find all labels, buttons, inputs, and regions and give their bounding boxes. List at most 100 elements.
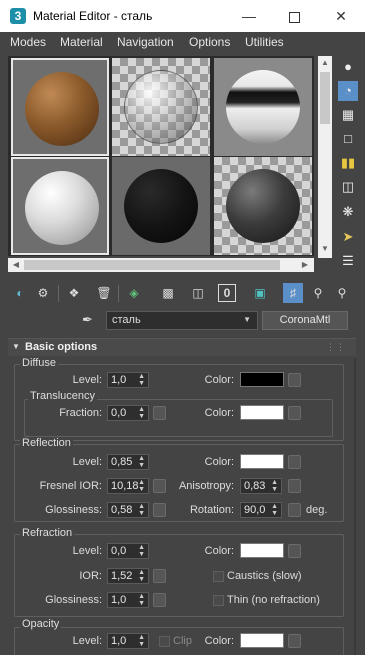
- refraction-color-swatch[interactable]: [240, 543, 284, 558]
- menu-modes[interactable]: Modes: [10, 35, 46, 49]
- spinner-arrows-icon[interactable]: ▲ ▼: [271, 503, 278, 517]
- chevron-down-icon[interactable]: ▼: [243, 315, 251, 324]
- ior-map-button[interactable]: [153, 569, 166, 583]
- refraction-color-map-button[interactable]: [288, 544, 301, 558]
- opacity-title: Opacity: [20, 618, 62, 630]
- show-map-in-viewport-icon[interactable]: ▣: [250, 283, 270, 303]
- rollout-scrollbar[interactable]: [354, 358, 356, 655]
- maximize-button[interactable]: [271, 0, 317, 32]
- spinner-arrows-icon[interactable]: ▲ ▼: [138, 503, 145, 517]
- fresnel-ior-map-button[interactable]: [153, 479, 166, 493]
- anisotropy-spinner[interactable]: 0,83 ▲ ▼: [240, 478, 282, 494]
- material-id-channel-icon[interactable]: 0: [218, 284, 236, 302]
- sample-slot-wood[interactable]: [11, 58, 109, 156]
- select-by-material-icon[interactable]: ➤: [338, 227, 358, 247]
- scroll-left-icon[interactable]: ◀: [9, 260, 23, 269]
- spinner-arrows-icon[interactable]: ▲ ▼: [138, 373, 145, 387]
- opacity-color-swatch[interactable]: [240, 633, 284, 648]
- ior-spinner[interactable]: 1,52 ▲ ▼: [107, 568, 149, 584]
- collapse-triangle-icon[interactable]: ▼: [12, 342, 20, 351]
- diffuse-color-swatch[interactable]: [240, 372, 284, 387]
- scroll-right-icon[interactable]: ▶: [298, 260, 312, 269]
- material-name-field[interactable]: сталь ▼: [106, 311, 258, 330]
- translucency-fraction-map-button[interactable]: [153, 406, 166, 420]
- thin-checkbox[interactable]: [213, 595, 224, 606]
- sample-type-icon[interactable]: ●: [338, 57, 358, 77]
- put-to-scene-icon[interactable]: ⚙: [33, 283, 53, 303]
- menu-navigation[interactable]: Navigation: [117, 35, 174, 49]
- translucency-color-map-button[interactable]: [288, 406, 301, 420]
- background-icon[interactable]: ▦: [338, 105, 358, 125]
- slots-horizontal-scrollbar[interactable]: ◀ ▶: [8, 258, 314, 272]
- spinner-arrows-icon[interactable]: ▲ ▼: [138, 569, 145, 583]
- fresnel-ior-label: Fresnel IOR:: [39, 480, 102, 492]
- sample-slot-black[interactable]: [112, 157, 210, 255]
- spinner-arrows-icon[interactable]: ▲ ▼: [138, 479, 145, 493]
- translucency-color-swatch[interactable]: [240, 405, 284, 420]
- sample-slot-steel[interactable]: [214, 157, 312, 255]
- sample-slot-chrome[interactable]: [214, 58, 312, 156]
- refraction-level-spinner[interactable]: 0,0 ▲ ▼: [107, 543, 149, 559]
- options-icon[interactable]: ❋: [338, 202, 358, 222]
- uv-tiling-icon[interactable]: □: [338, 129, 358, 149]
- material-type-button[interactable]: CoronaMtl: [262, 311, 348, 330]
- reflection-glossiness-spinner[interactable]: 0,58 ▲ ▼: [107, 502, 149, 518]
- reflection-color-swatch[interactable]: [240, 454, 284, 469]
- menu-utilities[interactable]: Utilities: [245, 35, 284, 49]
- reset-map-icon[interactable]: 🗑: [94, 283, 114, 303]
- spinner-arrows-icon[interactable]: ▲ ▼: [138, 634, 145, 648]
- anisotropy-map-button[interactable]: [288, 479, 301, 493]
- spinner-arrows-icon[interactable]: ▲ ▼: [138, 406, 145, 420]
- close-button[interactable]: ✕: [318, 0, 364, 32]
- slots-vertical-scrollbar[interactable]: ▲ ▼: [318, 56, 332, 258]
- go-forward-to-sibling-icon[interactable]: ⚲: [332, 283, 352, 303]
- backlight-icon[interactable]: ◔: [338, 81, 358, 101]
- diffuse-level-spinner[interactable]: 1,0 ▲ ▼: [107, 372, 149, 388]
- rollout-grip-icon[interactable]: ⋮⋮: [326, 342, 346, 353]
- fresnel-ior-spinner[interactable]: 10,18 ▲ ▼: [107, 478, 149, 494]
- rollout-header[interactable]: ▼ Basic options ⋮⋮: [8, 338, 356, 356]
- spinner-arrows-icon[interactable]: ▲ ▼: [271, 479, 278, 493]
- opacity-level-value: 1,0: [111, 635, 127, 647]
- video-color-check-icon[interactable]: ▮▮: [338, 153, 358, 173]
- copy-material-icon[interactable]: ◈: [124, 283, 144, 303]
- opacity-level-spinner[interactable]: 1,0 ▲ ▼: [107, 633, 149, 649]
- clip-checkbox[interactable]: [159, 636, 170, 647]
- caustics-checkbox[interactable]: [213, 571, 224, 582]
- pick-material-eyedropper-icon[interactable]: ✒: [82, 312, 93, 328]
- show-end-result-icon[interactable]: ♯: [283, 283, 303, 303]
- spinner-arrows-icon[interactable]: ▲ ▼: [138, 455, 145, 469]
- menu-material[interactable]: Material: [60, 35, 103, 49]
- make-unique-icon[interactable]: ▩: [158, 283, 178, 303]
- put-to-library-icon[interactable]: ◫: [188, 283, 208, 303]
- reflection-glossiness-map-button[interactable]: [153, 503, 166, 517]
- menu-options[interactable]: Options: [189, 35, 230, 49]
- spinner-arrows-icon[interactable]: ▲ ▼: [138, 544, 145, 558]
- material-navigator-icon[interactable]: ☰: [338, 251, 358, 271]
- rotation-map-button[interactable]: [288, 503, 301, 517]
- white-sphere: [25, 171, 99, 245]
- ior-value: 1,52: [111, 570, 133, 582]
- reflection-level-spinner[interactable]: 0,85 ▲ ▼: [107, 454, 149, 470]
- scroll-thumb-h[interactable]: [24, 260, 280, 270]
- get-material-icon[interactable]: ◐: [10, 283, 30, 303]
- spinner-arrows-icon[interactable]: ▲ ▼: [138, 593, 145, 607]
- opacity-color-map-button[interactable]: [288, 634, 301, 648]
- sample-slot-white[interactable]: [11, 157, 109, 255]
- translucency-fraction-spinner[interactable]: 0,0 ▲ ▼: [107, 405, 149, 421]
- go-to-parent-icon[interactable]: ⚲: [308, 283, 328, 303]
- reflection-color-map-button[interactable]: [288, 455, 301, 469]
- minimize-button[interactable]: —: [226, 0, 272, 32]
- refraction-glossiness-map-button[interactable]: [153, 593, 166, 607]
- rotation-spinner[interactable]: 90,0 ▲ ▼: [240, 502, 282, 518]
- refraction-glossiness-spinner[interactable]: 1,0 ▲ ▼: [107, 592, 149, 608]
- steel-sphere: [226, 169, 300, 243]
- assign-to-selection-icon[interactable]: ❖: [64, 283, 84, 303]
- sample-slot-glass[interactable]: [112, 58, 210, 156]
- diffuse-color-map-button[interactable]: [288, 373, 301, 387]
- scroll-thumb[interactable]: [320, 72, 330, 124]
- thin-label: Thin (no refraction): [227, 594, 320, 606]
- scroll-up-icon[interactable]: ▲: [318, 58, 332, 67]
- scroll-down-icon[interactable]: ▼: [318, 244, 332, 253]
- make-preview-icon[interactable]: ◫: [338, 177, 358, 197]
